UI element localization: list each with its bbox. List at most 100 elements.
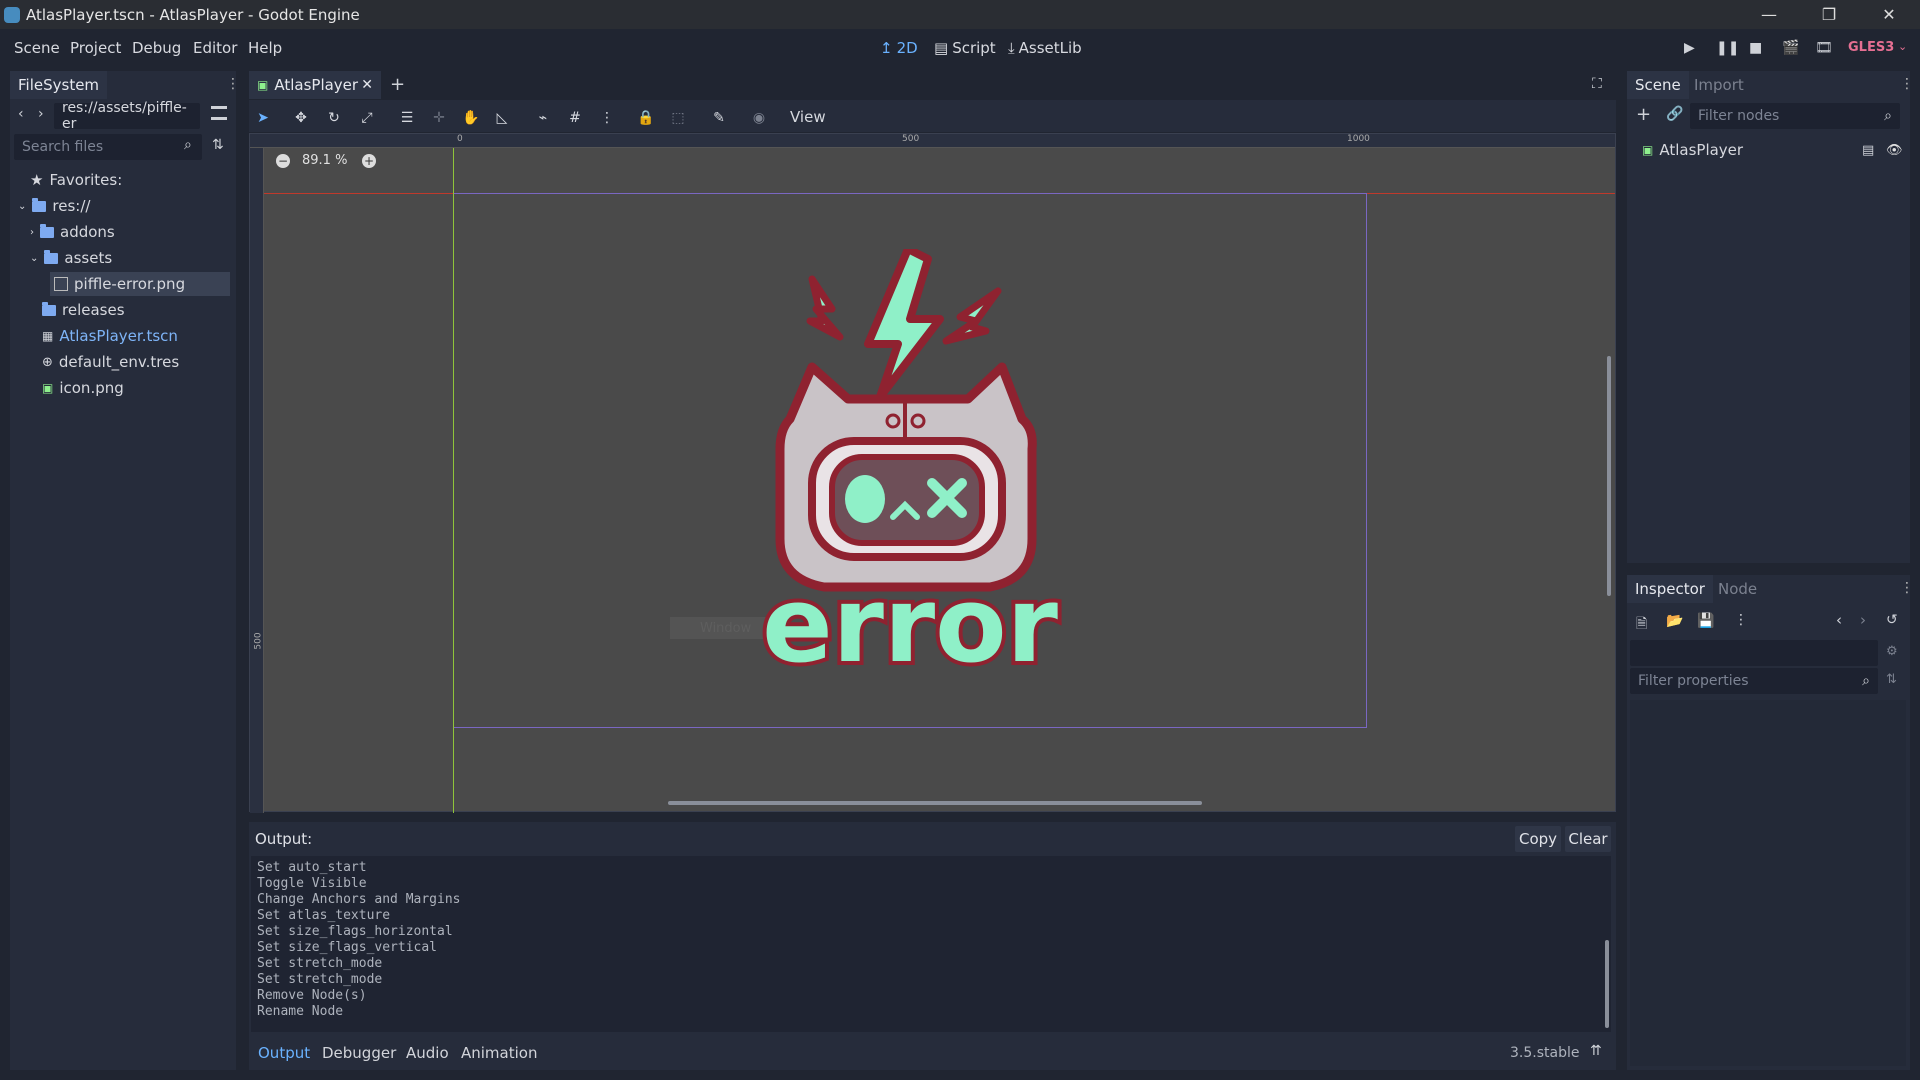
tab-node[interactable]: Node	[1710, 575, 1765, 603]
horizontal-scrollbar[interactable]	[668, 801, 1202, 805]
zoom-in-icon[interactable]: +	[362, 154, 376, 168]
expand-panel-icon[interactable]: ⇈	[1590, 1043, 1602, 1059]
tab-import[interactable]: Import	[1686, 71, 1752, 99]
renderer-select[interactable]: GLES3	[1848, 40, 1894, 55]
output-log[interactable]: Set auto_start Toggle Visible Change Anc…	[251, 856, 1611, 1032]
workspace-assetlib-button[interactable]: ⤓ AssetLib	[1008, 39, 1082, 57]
tab-atlasplayer[interactable]: ▣ AtlasPlayer ✕	[249, 71, 381, 99]
new-resource-icon[interactable]: 🗎	[1636, 613, 1647, 637]
filter-properties-input[interactable]: Filter properties ⌕	[1630, 668, 1878, 694]
pause-icon[interactable]: ❚❚	[1716, 40, 1739, 56]
move-tool-icon[interactable]: ✥	[290, 107, 312, 129]
tree-item-res[interactable]: ⌄ res://	[18, 194, 90, 218]
object-properties-icon[interactable]: ⚙	[1886, 644, 1898, 659]
visibility-eye-icon[interactable]: 👁	[1886, 143, 1903, 158]
piffle-error-sprite[interactable]: error	[750, 249, 1070, 689]
play-scene-icon[interactable]: 🎬	[1782, 40, 1799, 56]
pan-tool-icon[interactable]: ✋	[460, 107, 482, 129]
tree-item-assets[interactable]: ⌄ assets	[30, 246, 112, 270]
lock-icon[interactable]: 🔒	[635, 107, 657, 129]
view-menu[interactable]: View	[790, 108, 826, 126]
favorites-item[interactable]: ★ Favorites:	[30, 168, 122, 192]
distraction-free-icon[interactable]: ⛶	[1592, 76, 1602, 92]
save-resource-icon[interactable]: 💾	[1697, 613, 1714, 629]
canvas-viewport[interactable]: 0 500 1000 500 − 89.1 % + Window error	[249, 133, 1616, 813]
script-attached-icon[interactable]: ▤	[1862, 143, 1874, 158]
add-node-icon[interactable]: +	[1636, 104, 1651, 125]
workspace-2d-button[interactable]: ↥ 2D	[880, 39, 918, 57]
stop-icon[interactable]: ■	[1749, 40, 1762, 56]
smart-snap-icon[interactable]: ⌁	[532, 107, 554, 129]
zoom-level[interactable]: 89.1 %	[302, 153, 347, 168]
copy-button[interactable]: Copy	[1515, 826, 1561, 852]
play-icon[interactable]: ▶	[1684, 40, 1695, 56]
menu-scene[interactable]: Scene	[14, 39, 60, 57]
tab-filesystem[interactable]: FileSystem	[10, 71, 108, 99]
history-back-icon[interactable]: ‹	[1836, 611, 1842, 629]
maximize-button[interactable]: ❐	[1800, 0, 1858, 29]
tree-item-atlasplayer-scene[interactable]: ▦ AtlasPlayer.tscn	[42, 324, 178, 348]
workspace-script-button[interactable]: ▤ Script	[934, 39, 996, 57]
back-icon[interactable]: ‹	[18, 106, 24, 122]
tab-scene[interactable]: Scene	[1627, 71, 1689, 99]
log-scrollbar[interactable]	[1605, 940, 1609, 1028]
dock-menu-icon[interactable]: ⋮	[1900, 76, 1914, 92]
object-path-field[interactable]	[1630, 640, 1878, 666]
rotate-tool-icon[interactable]: ↻	[323, 107, 345, 129]
group-icon[interactable]: ⬚	[667, 107, 689, 129]
property-options-icon[interactable]: ⇅	[1886, 672, 1897, 687]
link-instance-icon[interactable]: 🔗	[1666, 106, 1683, 122]
tree-item-icon-png[interactable]: ▣ icon.png	[42, 376, 124, 400]
menu-editor[interactable]: Editor	[193, 39, 237, 57]
resource-options-icon[interactable]: ⋮	[1734, 612, 1748, 628]
search-files-input[interactable]: Search files	[14, 134, 202, 160]
history-forward-icon[interactable]: ›	[1860, 611, 1866, 629]
scene-node-atlasplayer[interactable]: ▣ AtlasPlayer ▤ 👁	[1642, 138, 1904, 162]
zoom-out-icon[interactable]: −	[276, 154, 290, 168]
play-custom-scene-icon[interactable]: 🎞	[1815, 40, 1833, 56]
dock-menu-icon[interactable]: ⋮	[1900, 580, 1914, 596]
folder-icon	[40, 223, 54, 238]
ruler-label-0: 0	[457, 134, 463, 144]
tab-output[interactable]: Output	[258, 1044, 310, 1062]
minimize-button[interactable]: —	[1740, 0, 1798, 29]
pivot-tool-icon[interactable]: ✛	[428, 107, 450, 129]
tab-audio[interactable]: Audio	[406, 1044, 449, 1062]
forward-icon[interactable]: ›	[38, 106, 44, 122]
lightning-bolt-icon	[942, 287, 1002, 345]
log-line: Set stretch_mode	[257, 956, 383, 971]
sort-icon[interactable]: ⇅	[212, 137, 224, 153]
menu-debug[interactable]: Debug	[132, 39, 181, 57]
open-resource-icon[interactable]: 📂	[1666, 613, 1683, 629]
tree-item-releases[interactable]: releases	[42, 298, 125, 322]
path-field[interactable]: res://assets/piffle-er	[54, 100, 200, 132]
split-mode-icon[interactable]	[211, 106, 227, 120]
close-window-button[interactable]: ✕	[1860, 0, 1918, 29]
menu-help[interactable]: Help	[248, 39, 282, 57]
history-icon[interactable]: ↺	[1886, 612, 1898, 628]
scale-tool-icon[interactable]: ⤢	[356, 107, 378, 129]
grid-snap-icon[interactable]: #	[564, 107, 586, 129]
filter-nodes-input[interactable]: Filter nodes ⌕	[1690, 103, 1900, 129]
tab-animation[interactable]: Animation	[461, 1044, 537, 1062]
tree-item-addons[interactable]: › addons	[30, 220, 115, 244]
close-tab-icon[interactable]: ✕	[361, 77, 373, 93]
tab-debugger[interactable]: Debugger	[322, 1044, 396, 1062]
menu-project[interactable]: Project	[70, 39, 121, 57]
bone-icon[interactable]: ✎	[708, 107, 730, 129]
dock-menu-icon[interactable]: ⋮	[226, 76, 240, 92]
top-ruler: 0 500 1000	[250, 134, 1615, 148]
clear-button[interactable]: Clear	[1565, 826, 1611, 852]
vertical-scrollbar[interactable]	[1607, 356, 1611, 596]
image-file-icon: ▣	[42, 381, 54, 395]
list-select-icon[interactable]: ☰	[396, 107, 418, 129]
select-tool-icon[interactable]: ➤	[252, 107, 274, 129]
control-node-icon: ▣	[1642, 143, 1654, 157]
tab-inspector[interactable]: Inspector	[1627, 575, 1713, 603]
tree-item-piffle-error[interactable]: piffle-error.png	[50, 272, 230, 296]
snap-options-icon[interactable]: ⋮	[596, 107, 618, 129]
ruler-tool-icon[interactable]: ◺	[491, 107, 513, 129]
add-tab-icon[interactable]: +	[390, 74, 405, 95]
override-camera-icon[interactable]: ◉	[748, 107, 770, 129]
tree-item-default-env[interactable]: ⊕ default_env.tres	[42, 350, 179, 374]
